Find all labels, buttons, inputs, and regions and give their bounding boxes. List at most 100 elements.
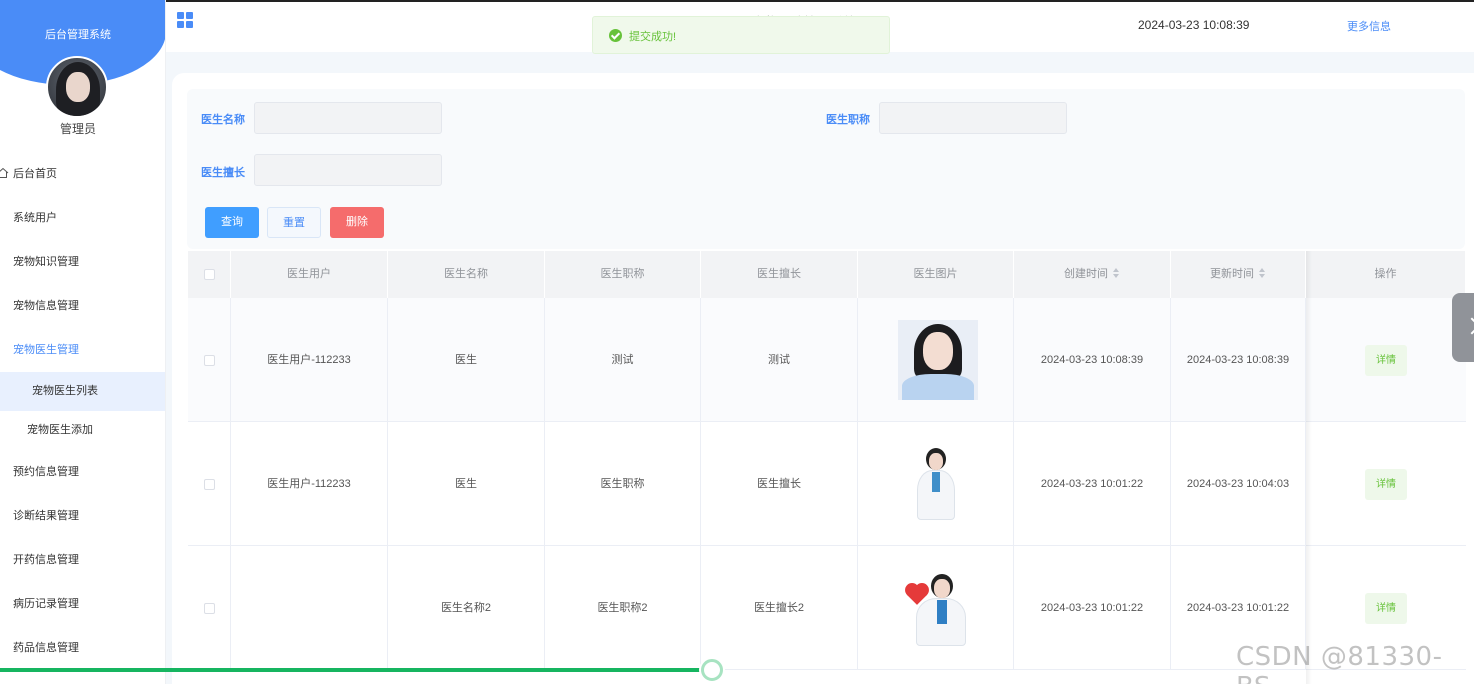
sidebar-item-diagnosis[interactable]: 诊断结果管理 — [0, 494, 165, 538]
submenu-item-doctor-list[interactable]: 宠物医生列表 — [0, 372, 165, 411]
column-header-label: 更新时间 — [1210, 268, 1254, 280]
cell-name: 医生 — [388, 422, 545, 546]
cell-action: 详情 — [1306, 298, 1466, 422]
table-row: 医生用户-112233 医生 医生职称 医生擅长 2024-03-23 10:0… — [188, 422, 1466, 546]
reset-button[interactable]: 重置 — [267, 207, 321, 238]
column-header-label: 创建时间 — [1064, 268, 1108, 280]
doctor-name-label: 医生名称 — [201, 114, 245, 126]
doctor-photo — [898, 320, 978, 400]
column-header-updated[interactable]: 更新时间 — [1171, 251, 1306, 298]
row-checkbox[interactable] — [203, 602, 215, 614]
check-circle-icon — [609, 29, 622, 42]
column-header: 医生名称 — [388, 251, 545, 298]
submenu-item-label: 宠物医生列表 — [32, 385, 98, 397]
doctor-name-input[interactable] — [254, 102, 442, 134]
progress-fill — [0, 668, 712, 672]
cell-title: 医生职称2 — [545, 546, 701, 670]
cell-updated: 2024-03-23 10:08:39 — [1171, 298, 1306, 422]
doctor-title-label: 医生职称 — [826, 114, 870, 126]
sidebar-item-appointments[interactable]: 预约信息管理 — [0, 450, 165, 494]
cell-image — [858, 422, 1014, 546]
cell-action: 详情 — [1306, 422, 1466, 546]
cell-created: 2024-03-23 10:01:22 — [1014, 546, 1171, 670]
cell-created: 2024-03-23 10:01:22 — [1014, 422, 1171, 546]
sidebar-item-label: 宠物信息管理 — [13, 300, 79, 312]
sidebar: 后台管理系统 管理员 后台首页 系统用户 宠物知识管理 宠物信息管理 宠物医生管… — [0, 0, 166, 684]
row-checkbox[interactable] — [203, 478, 215, 490]
sidebar-item-label: 开药信息管理 — [13, 554, 79, 566]
watermark: CSDN @81330-BS — [1236, 642, 1443, 684]
cell-user — [231, 546, 388, 670]
table-row: 医生用户-112233 医生 测试 测试 2024-03-23 10:08:39… — [188, 298, 1466, 422]
sort-icon[interactable] — [1113, 268, 1120, 278]
sidebar-item-pet-info[interactable]: 宠物信息管理 — [0, 284, 165, 328]
doctor-photo — [896, 444, 976, 524]
app-title: 后台管理系统 — [45, 29, 111, 41]
sidebar-item-system-users[interactable]: 系统用户 — [0, 196, 165, 240]
doctor-table: 医生用户 医生名称 医生职称 医生擅长 医生图片 创建时间 更新时间 操作 医生… — [188, 251, 1466, 684]
home-icon — [0, 167, 9, 178]
column-header-created[interactable]: 创建时间 — [1014, 251, 1171, 298]
submenu-item-doctor-add[interactable]: 宠物医生添加 — [0, 411, 165, 450]
progress-slider-handle[interactable] — [701, 659, 723, 681]
detail-button[interactable]: 详情 — [1365, 592, 1407, 624]
success-toast: 提交成功! — [592, 16, 890, 54]
delete-button[interactable]: 删除 — [330, 207, 384, 238]
more-info-link[interactable]: 更多信息 — [1347, 18, 1391, 34]
chevron-right-icon — [1463, 317, 1474, 335]
sidebar-item-label: 系统用户 — [13, 212, 57, 224]
side-panel-toggle[interactable] — [1452, 293, 1474, 362]
doctor-title-input[interactable] — [879, 102, 1067, 134]
column-header: 医生用户 — [231, 251, 388, 298]
doctor-specialty-input[interactable] — [254, 154, 442, 186]
sidebar-item-label: 诊断结果管理 — [13, 510, 79, 522]
doctor-specialty-label: 医生擅长 — [201, 167, 245, 179]
sidebar-item-pet-doctors[interactable]: 宠物医生管理 — [0, 328, 165, 372]
header-datetime: 2024-03-23 10:08:39 — [1138, 18, 1250, 32]
row-checkbox[interactable] — [203, 354, 215, 366]
cell-user: 医生用户-112233 — [231, 298, 388, 422]
cell-title: 测试 — [545, 298, 701, 422]
sidebar-item-label: 药品信息管理 — [13, 642, 79, 654]
sidebar-item-prescriptions[interactable]: 开药信息管理 — [0, 538, 165, 582]
cell-title: 医生职称 — [545, 422, 701, 546]
cell-updated: 2024-03-23 10:04:03 — [1171, 422, 1306, 546]
search-form: 医生名称 医生职称 医生擅长 查询 重置 删除 — [187, 89, 1465, 249]
sidebar-menu: 后台首页 系统用户 宠物知识管理 宠物信息管理 宠物医生管理 宠物医生列表 宠物… — [0, 152, 165, 670]
cell-user: 医生用户-112233 — [231, 422, 388, 546]
column-header: 医生职称 — [545, 251, 701, 298]
sidebar-item-label: 预约信息管理 — [13, 466, 79, 478]
detail-button[interactable]: 详情 — [1365, 468, 1407, 500]
select-all-checkbox[interactable] — [203, 268, 215, 280]
submenu-item-label: 宠物医生添加 — [27, 424, 93, 436]
sort-icon[interactable] — [1259, 268, 1266, 278]
main-content: 医生名称 医生职称 医生擅长 查询 重置 删除 医生用户 医生名称 医生职称 医… — [172, 73, 1474, 684]
column-header: 医生擅长 — [701, 251, 858, 298]
avatar[interactable] — [46, 56, 108, 118]
sidebar-item-label: 宠物知识管理 — [13, 256, 79, 268]
select-all-cell — [188, 251, 231, 298]
cell-image — [858, 298, 1014, 422]
detail-button[interactable]: 详情 — [1365, 344, 1407, 376]
sidebar-item-home[interactable]: 后台首页 — [0, 152, 165, 196]
sidebar-item-label: 病历记录管理 — [13, 598, 79, 610]
grid-menu-icon[interactable] — [177, 12, 194, 29]
column-header: 操作 — [1306, 251, 1466, 298]
sidebar-item-medical-records[interactable]: 病历记录管理 — [0, 582, 165, 626]
sidebar-item-label: 后台首页 — [13, 168, 57, 180]
fixed-column-shadow — [1306, 251, 1312, 684]
cell-created: 2024-03-23 10:08:39 — [1014, 298, 1171, 422]
cell-name: 医生 — [388, 298, 545, 422]
sidebar-item-label: 宠物医生管理 — [13, 344, 79, 356]
doctor-photo — [896, 568, 976, 648]
sidebar-item-pet-knowledge[interactable]: 宠物知识管理 — [0, 240, 165, 284]
cell-specialty: 测试 — [701, 298, 858, 422]
cell-specialty: 医生擅长 — [701, 422, 858, 546]
sidebar-item-drugs[interactable]: 药品信息管理 — [0, 626, 165, 670]
cell-specialty: 医生擅长2 — [701, 546, 858, 670]
column-header: 医生图片 — [858, 251, 1014, 298]
cell-name: 医生名称2 — [388, 546, 545, 670]
query-button[interactable]: 查询 — [205, 207, 259, 238]
row-select-cell — [188, 422, 231, 546]
row-select-cell — [188, 546, 231, 670]
